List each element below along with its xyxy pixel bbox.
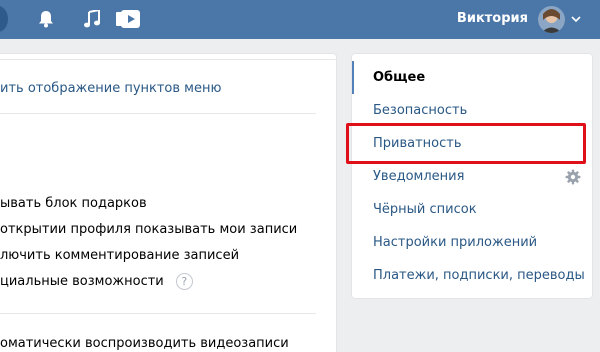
top-bar: Виктория <box>0 0 600 39</box>
nav-item-payments[interactable]: Платежи, подписки, переводы <box>352 259 592 292</box>
option-autoplay-video[interactable]: оматически воспроизводить видеозаписи <box>0 336 289 351</box>
nav-item-label: Чёрный список <box>373 202 477 217</box>
settings-nav: Общее Безопасность Приватность Уведомлен… <box>351 53 593 299</box>
option-disable-comments[interactable]: лючить комментирование записей <box>0 248 239 263</box>
option-label: открытии профиля показывать мои записи <box>0 222 298 237</box>
avatar[interactable] <box>538 6 565 33</box>
option-label: оматически воспроизводить видеозаписи <box>0 336 289 351</box>
divider <box>0 113 316 114</box>
menu-items-link[interactable]: ить отображение пунктов меню <box>0 81 221 96</box>
user-name[interactable]: Виктория <box>457 11 528 26</box>
nav-item-label: Общее <box>373 70 426 85</box>
divider <box>0 313 316 314</box>
nav-item-label: Безопасность <box>373 103 468 118</box>
chevron-down-icon[interactable] <box>571 14 581 24</box>
help-icon[interactable]: ? <box>175 273 193 290</box>
logo-icon[interactable] <box>0 6 8 32</box>
music-icon[interactable] <box>82 8 102 30</box>
nav-item-app-settings[interactable]: Настройки приложений <box>352 226 592 259</box>
nav-item-label: Уведомления <box>373 169 465 184</box>
privacy-highlight-box <box>346 123 586 164</box>
option-label: лючить комментирование записей <box>0 248 240 263</box>
option-label: циальные возможности <box>0 274 164 289</box>
option-accessibility[interactable]: циальные возможности ? <box>0 273 193 290</box>
nav-item-label: Платежи, подписки, переводы <box>373 268 585 283</box>
gear-icon[interactable] <box>565 169 581 185</box>
nav-item-label: Настройки приложений <box>373 235 538 250</box>
video-icon[interactable] <box>115 8 141 30</box>
nav-item-notifications[interactable]: Уведомления <box>352 160 592 193</box>
option-label: ывать блок подарков <box>0 196 147 211</box>
option-show-my-posts[interactable]: открытии профиля показывать мои записи <box>0 222 297 237</box>
bell-icon[interactable] <box>36 8 56 30</box>
nav-item-blacklist[interactable]: Чёрный список <box>352 193 592 226</box>
nav-item-general[interactable]: Общее <box>352 61 592 94</box>
option-gifts-block[interactable]: ывать блок подарков <box>0 196 147 211</box>
card-header-divider <box>0 59 337 60</box>
